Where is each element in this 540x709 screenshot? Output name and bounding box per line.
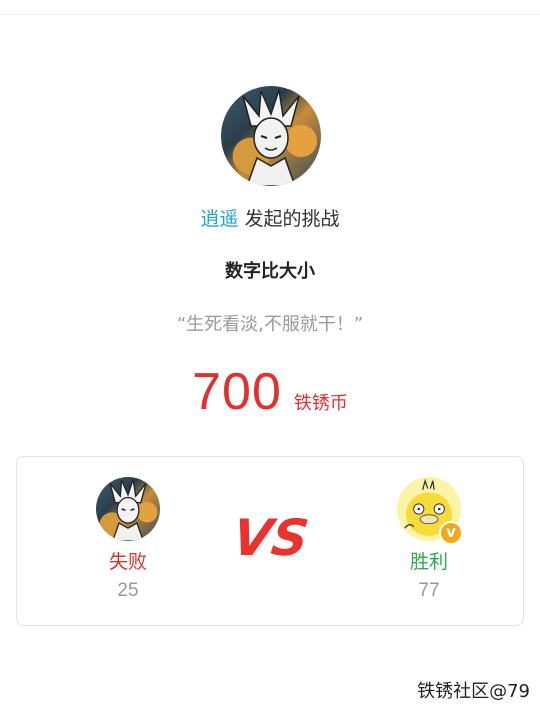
stake-unit: 铁锈币 <box>293 393 348 414</box>
challenger-line: 逍遥 发起的挑战 <box>0 204 540 231</box>
challenger-avatar[interactable] <box>221 86 321 186</box>
stake-amount: 700 <box>192 363 282 421</box>
match-result-card: 失败 25 VS V 胜利 77 <box>16 456 524 626</box>
player-left-score: 25 <box>117 580 139 601</box>
watermark: 铁锈社区@79 <box>417 681 530 702</box>
player-left-avatar[interactable] <box>96 477 160 541</box>
anime-portrait-icon <box>242 89 300 186</box>
stake: 700 铁锈币 <box>0 362 540 422</box>
vs-logo: VS <box>230 508 312 567</box>
challenge-motto: “生死看淡,不服就干！” <box>176 314 364 335</box>
player-right-result: 胜利 <box>409 551 448 573</box>
anime-portrait-icon <box>109 479 147 541</box>
player-left: 失败 25 <box>73 477 183 602</box>
challenger-name[interactable]: 逍遥 <box>200 208 238 230</box>
player-right: V 胜利 77 <box>374 477 484 602</box>
game-title: 数字比大小 <box>225 261 315 282</box>
challenger-suffix: 发起的挑战 <box>244 208 340 230</box>
top-divider <box>0 14 540 15</box>
player-right-avatar[interactable]: V <box>397 477 463 545</box>
player-left-result: 失败 <box>108 551 147 573</box>
verified-badge-icon: V <box>439 521 463 545</box>
vs-text: VS <box>230 508 312 567</box>
player-right-score: 77 <box>418 580 440 601</box>
